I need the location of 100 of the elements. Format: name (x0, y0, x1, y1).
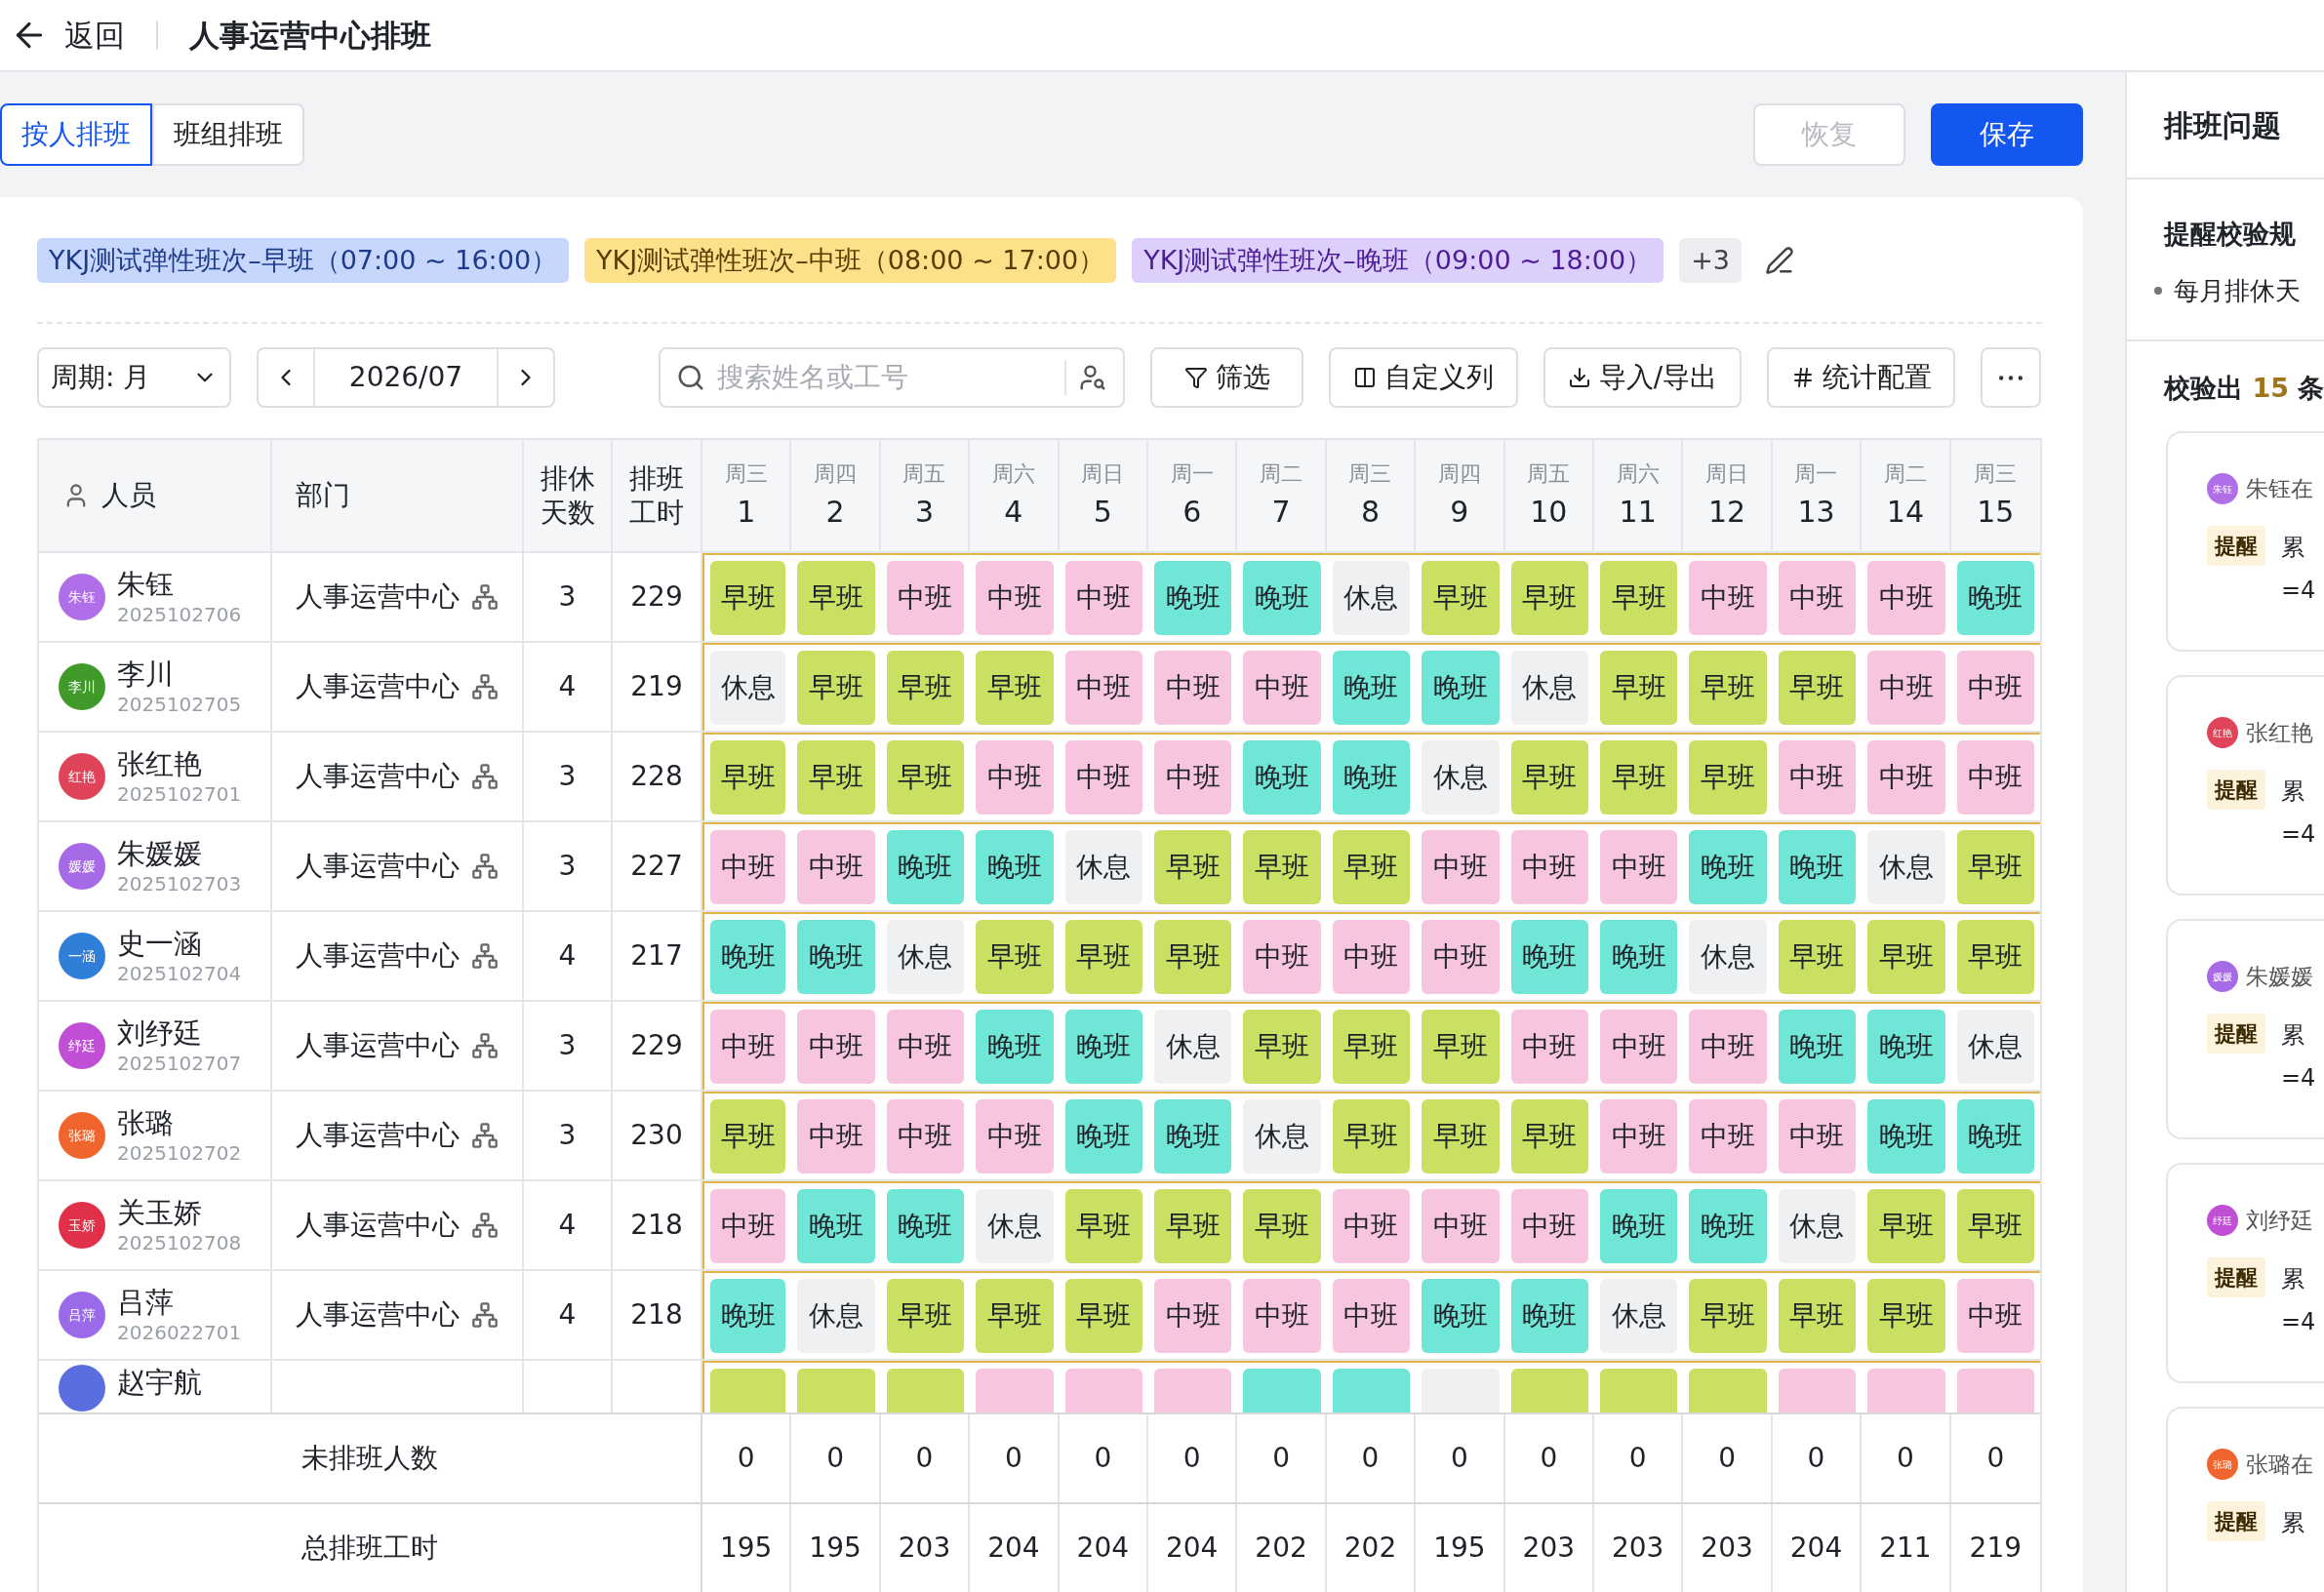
shift-cell[interactable]: 晚班 (1956, 561, 2034, 635)
shift-cell[interactable]: 中班 (1510, 1189, 1588, 1263)
shift-cell[interactable]: 中班 (1064, 651, 1142, 725)
shift-cell[interactable]: 早班 (886, 1279, 965, 1353)
shift-cell[interactable]: 晚班 (1154, 561, 1232, 635)
shift-cell[interactable]: 早班 (797, 740, 875, 815)
shift-cell[interactable]: 中班 (797, 830, 875, 904)
shift-cell[interactable]: 晚班 (1243, 561, 1321, 635)
shift-cell[interactable]: 中班 (1956, 1279, 2034, 1353)
shift-cell[interactable]: 晚班 (797, 920, 875, 994)
shift-cell[interactable]: 早班 (797, 561, 875, 635)
shift-cell[interactable]: 早班 (1510, 561, 1588, 635)
shift-cell[interactable]: 早班 (1422, 561, 1500, 635)
shift-cell[interactable]: 早班 (976, 1279, 1054, 1353)
shift-cell[interactable]: 中班 (886, 561, 965, 635)
shift-cell[interactable]: 晚班 (710, 920, 786, 994)
shift-cell[interactable]: 早班 (1778, 1279, 1857, 1353)
shift-cell[interactable]: 休息 (1956, 1010, 2034, 1084)
shift-cell[interactable]: 中班 (1243, 1279, 1321, 1353)
shift-cell[interactable]: 早班 (1243, 1010, 1321, 1084)
shift-cell[interactable]: 早班 (710, 740, 786, 815)
shift-cell[interactable]: 早班 (976, 651, 1054, 725)
shift-cell[interactable]: 中班 (1422, 830, 1500, 904)
shift-cell[interactable]: 晚班 (1154, 1099, 1232, 1174)
org-chart-icon[interactable] (471, 1122, 499, 1149)
shift-cell[interactable]: 早班 (1778, 651, 1857, 725)
tab[interactable]: 班组排班 (152, 103, 304, 166)
period-select[interactable]: 周期: 月 (37, 347, 231, 408)
shift-cell[interactable]: 中班 (1600, 830, 1678, 904)
shift-cell[interactable]: 休息 (1510, 651, 1588, 725)
shift-cell[interactable]: 休息 (1689, 920, 1767, 994)
import-export-button[interactable]: 导入/导出 (1543, 347, 1742, 408)
shift-cell[interactable]: 中班 (1689, 1099, 1767, 1174)
shift-cell[interactable]: 休息 (1600, 1279, 1678, 1353)
issue-card[interactable]: 媛媛 朱媛媛 提醒 累 =4 (2166, 919, 2324, 1139)
shift-cell[interactable]: 早班 (886, 740, 965, 815)
search-field[interactable]: 搜索姓名或工号 (659, 347, 1125, 408)
shift-cell[interactable]: 中班 (1154, 1279, 1232, 1353)
shift-cell[interactable]: 中班 (886, 1099, 965, 1174)
shift-cell[interactable]: 休息 (1243, 1099, 1321, 1174)
search-input[interactable]: 搜索姓名或工号 (717, 357, 1053, 398)
shift-cell[interactable]: 早班 (1154, 920, 1232, 994)
org-chart-icon[interactable] (471, 1032, 499, 1059)
shift-cell[interactable]: 早班 (1154, 830, 1232, 904)
org-chart-icon[interactable] (471, 673, 499, 700)
shift-cell[interactable]: 中班 (1510, 1010, 1588, 1084)
shift-cell[interactable]: 中班 (1243, 651, 1321, 725)
save-button[interactable]: 保存 (1931, 103, 2083, 166)
shift-cell[interactable]: 中班 (976, 1099, 1054, 1174)
shift-cell[interactable]: 早班 (710, 1099, 786, 1174)
shift-cell[interactable]: 早班 (1600, 651, 1678, 725)
shift-cell[interactable]: 中班 (1332, 1279, 1411, 1353)
shift-cell[interactable]: 晚班 (1778, 1010, 1857, 1084)
shift-cell[interactable]: 早班 (1956, 1189, 2034, 1263)
shift-cell[interactable]: 休息 (886, 920, 965, 994)
shift-cell[interactable]: 晚班 (1956, 1099, 2034, 1174)
shift-cell[interactable]: 晚班 (1600, 920, 1678, 994)
shift-cell[interactable]: 休息 (1867, 830, 1945, 904)
shift-cell[interactable]: 早班 (1778, 920, 1857, 994)
shift-cell[interactable]: 中班 (1778, 561, 1857, 635)
shift-cell[interactable]: 晚班 (1064, 1010, 1142, 1084)
shift-cell[interactable]: 早班 (1956, 830, 2034, 904)
shift-cell[interactable]: 中班 (1778, 740, 1857, 815)
shift-cell[interactable]: 休息 (1332, 561, 1411, 635)
shift-cell[interactable]: 中班 (710, 1010, 786, 1084)
shift-cell[interactable]: 休息 (710, 651, 786, 725)
shift-cell[interactable]: 中班 (1243, 920, 1321, 994)
shift-cell[interactable]: 晚班 (976, 830, 1054, 904)
shift-cell[interactable]: 早班 (1867, 1279, 1945, 1353)
shift-cell[interactable]: 晚班 (710, 1279, 786, 1353)
shift-cell[interactable]: 早班 (1867, 920, 1945, 994)
shift-cell[interactable]: 早班 (1600, 740, 1678, 815)
tab[interactable]: 按人排班 (0, 103, 152, 166)
shift-cell[interactable]: 中班 (886, 1010, 965, 1084)
shift-cell[interactable]: 早班 (1422, 1010, 1500, 1084)
shift-cell[interactable]: 早班 (710, 561, 786, 635)
shift-cell[interactable]: 中班 (797, 1010, 875, 1084)
issue-card[interactable]: 红艳 张红艳 提醒 累 =4 (2166, 675, 2324, 896)
person-search-icon[interactable] (1078, 363, 1107, 392)
shift-cell[interactable]: 晚班 (1332, 740, 1411, 815)
shift-cell[interactable]: 早班 (1332, 1099, 1411, 1174)
org-chart-icon[interactable] (471, 1212, 499, 1239)
shift-cell[interactable]: 休息 (1778, 1189, 1857, 1263)
shift-cell[interactable]: 中班 (1600, 1099, 1678, 1174)
shift-cell[interactable]: 早班 (1422, 1099, 1500, 1174)
shift-cell[interactable]: 晚班 (1778, 830, 1857, 904)
shift-cell[interactable]: 休息 (1422, 740, 1500, 815)
shift-cell[interactable]: 早班 (1243, 1189, 1321, 1263)
shift-cell[interactable]: 中班 (710, 1189, 786, 1263)
shift-cell[interactable]: 晚班 (1600, 1189, 1678, 1263)
custom-columns-button[interactable]: 自定义列 (1329, 347, 1518, 408)
shift-cell[interactable]: 早班 (1956, 920, 2034, 994)
org-chart-icon[interactable] (471, 583, 499, 611)
shift-cell[interactable]: 中班 (1867, 740, 1945, 815)
shift-cell[interactable]: 中班 (1600, 1010, 1678, 1084)
shift-cell[interactable]: 中班 (1867, 651, 1945, 725)
shift-cell[interactable]: 早班 (1689, 1279, 1767, 1353)
shift-cell[interactable]: 早班 (1064, 920, 1142, 994)
filter-button[interactable]: 筛选 (1150, 347, 1303, 408)
more-button[interactable] (1981, 347, 2041, 408)
